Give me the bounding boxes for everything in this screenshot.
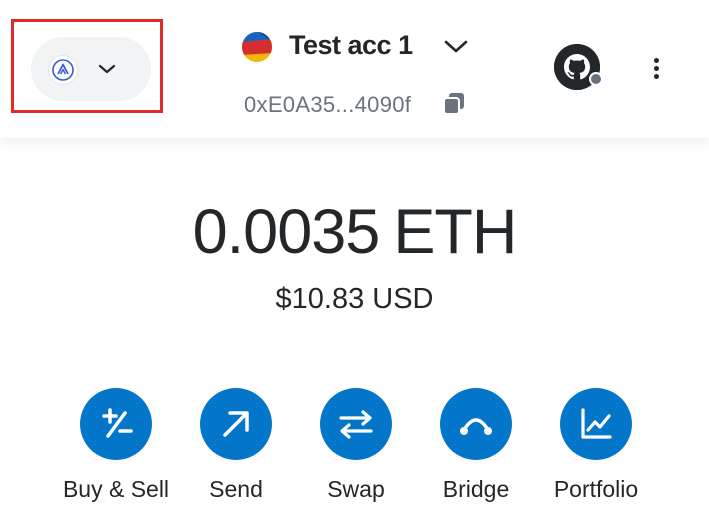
app-header: Test acc 1 0xE0A35...4090f: [0, 0, 709, 138]
kebab-menu-icon[interactable]: [644, 52, 668, 86]
fiat-balance: $10.83 USD: [275, 283, 434, 315]
send-arrow-icon: [200, 388, 272, 460]
swap-button[interactable]: Swap: [296, 385, 416, 510]
wallet-actions: Buy & Sell Send Swap Bridge Portfolio: [0, 385, 709, 515]
chevron-down-icon: [442, 34, 470, 63]
balance-amount: 0.0035: [192, 197, 381, 267]
swap-label: Swap: [327, 476, 385, 502]
bridge-label: Bridge: [442, 476, 510, 502]
account-name: Test acc 1: [289, 30, 413, 60]
account-address: 0xE0A35...4090f: [244, 92, 412, 117]
send-button[interactable]: Send: [176, 385, 296, 510]
account-avatar: [242, 32, 272, 62]
buy-sell-label: Buy & Sell: [62, 476, 170, 502]
token-balance: 0.0035 ETH: [0, 196, 709, 268]
portfolio-chart-icon: [560, 388, 632, 460]
account-address-row: 0xE0A35...4090f: [244, 86, 474, 120]
bridge-icon: [440, 388, 512, 460]
portfolio-button[interactable]: Portfolio: [536, 385, 656, 510]
connection-status-dot: [589, 72, 603, 86]
bridge-button[interactable]: Bridge: [416, 385, 536, 510]
buy-sell-icon: [80, 388, 152, 460]
aurora-network-icon: [48, 55, 78, 85]
network-picker-button[interactable]: [31, 37, 151, 101]
chevron-down-icon: [97, 59, 117, 84]
balance-unit: ETH: [393, 197, 517, 267]
account-picker-button[interactable]: Test acc 1: [238, 22, 478, 72]
send-label: Send: [209, 476, 263, 502]
copy-icon[interactable]: [441, 90, 467, 116]
swap-icon: [320, 388, 392, 460]
portfolio-label: Portfolio: [553, 476, 639, 502]
buy-sell-button[interactable]: Buy & Sell: [56, 385, 176, 510]
